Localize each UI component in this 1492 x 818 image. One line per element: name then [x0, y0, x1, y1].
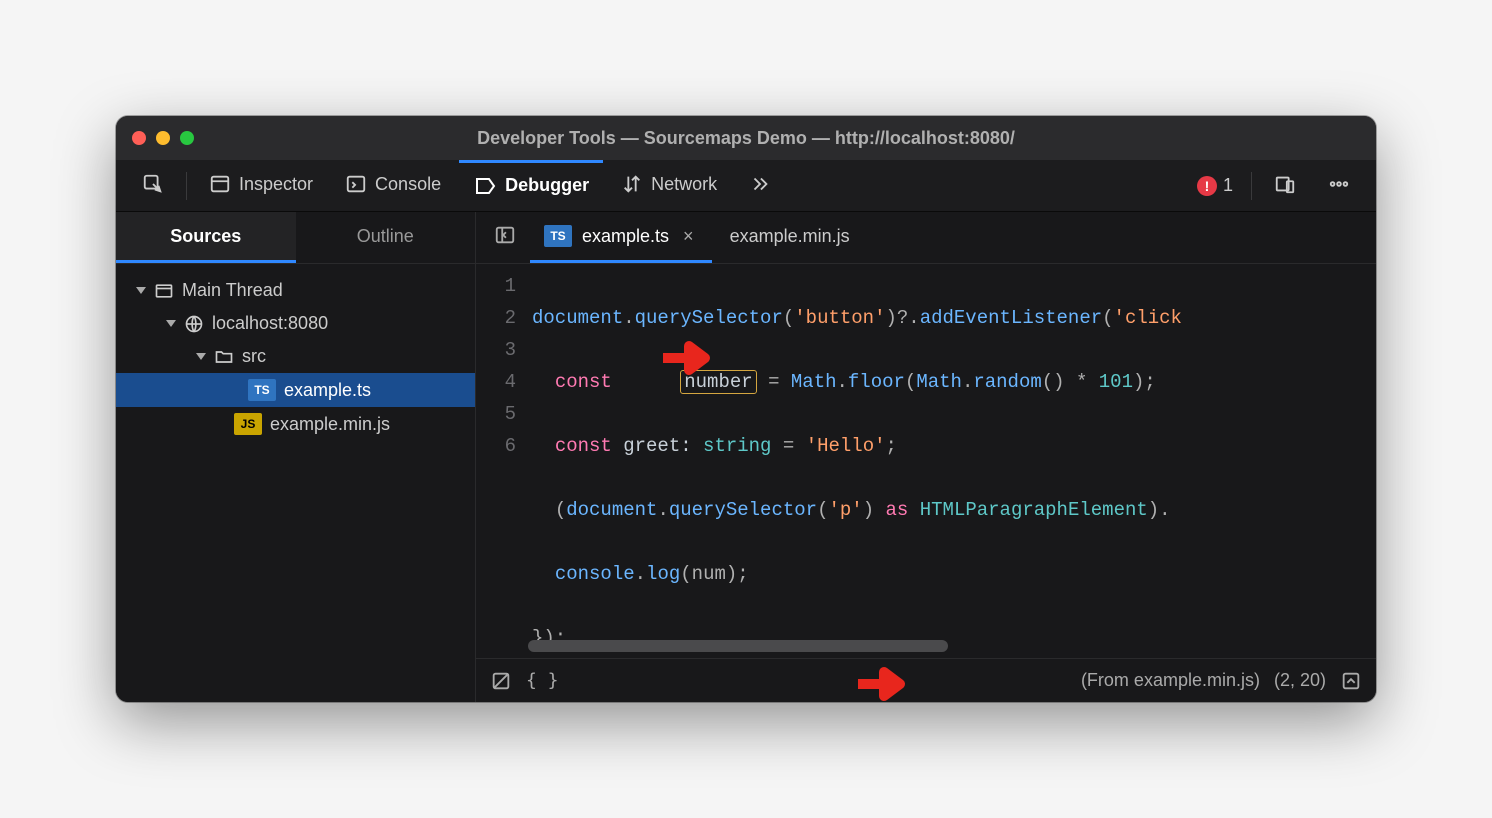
sources-label: Sources — [170, 226, 241, 247]
close-tab-button[interactable]: × — [679, 226, 698, 247]
main-thread-label: Main Thread — [182, 280, 283, 301]
folder-icon — [214, 347, 234, 367]
file-js-label: example.min.js — [270, 414, 390, 435]
tree-file-example-ts[interactable]: TS example.ts — [116, 373, 475, 407]
ts-badge-icon: TS — [248, 379, 276, 401]
type-highlight: number — [680, 370, 756, 394]
blackbox-icon[interactable] — [490, 670, 512, 692]
editor-pane: TS example.ts × example.min.js 1 2 3 4 5… — [476, 212, 1376, 702]
outline-label: Outline — [357, 226, 414, 247]
editor-footer: { } (From example.min.js) (2, 20) — [476, 658, 1376, 702]
globe-icon — [184, 314, 204, 334]
tab-label: example.min.js — [730, 226, 850, 247]
tab-inspector-label: Inspector — [239, 174, 313, 195]
chevron-double-right-icon — [749, 173, 771, 195]
pretty-print-button[interactable]: { } — [526, 670, 559, 691]
line-number: 2 — [476, 302, 516, 334]
console-icon — [345, 173, 367, 195]
tab-debugger-label: Debugger — [505, 175, 589, 196]
editor-tabs: TS example.ts × example.min.js — [476, 212, 1376, 264]
chevron-down-icon — [196, 353, 206, 360]
traffic-lights — [132, 131, 194, 145]
toggle-sidebar-button[interactable] — [484, 218, 526, 257]
titlebar: Developer Tools — Sourcemaps Demo — http… — [116, 116, 1376, 160]
code-content: document.querySelector('button')?.addEve… — [528, 264, 1376, 658]
devices-icon — [1274, 173, 1296, 195]
tab-network[interactable]: Network — [607, 160, 731, 211]
host-label: localhost:8080 — [212, 313, 328, 334]
folder-label: src — [242, 346, 266, 367]
chevron-down-icon — [136, 287, 146, 294]
line-number: 3 — [476, 334, 516, 366]
file-ts-label: example.ts — [284, 380, 371, 401]
window-title: Developer Tools — Sourcemaps Demo — http… — [477, 128, 1015, 149]
tab-label: example.ts — [582, 226, 669, 247]
tab-console-label: Console — [375, 174, 441, 195]
debugger-icon — [473, 174, 497, 198]
tree-main-thread[interactable]: Main Thread — [116, 274, 475, 307]
tab-inspector[interactable]: Inspector — [195, 160, 327, 211]
js-badge-icon: JS — [234, 413, 262, 435]
overflow-tabs-button[interactable] — [735, 160, 785, 211]
divider — [1251, 172, 1252, 200]
main-toolbar: Inspector Console Debugger Network — [116, 160, 1376, 212]
network-icon — [621, 173, 643, 195]
tab-console[interactable]: Console — [331, 160, 455, 211]
close-window-button[interactable] — [132, 131, 146, 145]
panel-left-icon — [494, 224, 516, 246]
error-icon: ! — [1197, 176, 1217, 196]
line-number: 5 — [476, 398, 516, 430]
tree-folder-src[interactable]: src — [116, 340, 475, 373]
pick-element-button[interactable] — [128, 160, 178, 211]
cursor-position: (2, 20) — [1274, 670, 1326, 691]
divider — [186, 172, 187, 200]
devtools-window: Developer Tools — Sourcemaps Demo — http… — [116, 116, 1376, 702]
minimize-window-button[interactable] — [156, 131, 170, 145]
error-count[interactable]: ! 1 — [1187, 175, 1243, 196]
source-tree: Main Thread localhost:8080 src — [116, 264, 475, 451]
line-gutter: 1 2 3 4 5 6 — [476, 264, 528, 658]
tab-network-label: Network — [651, 174, 717, 195]
sidebar-tab-sources[interactable]: Sources — [116, 212, 296, 263]
sourcemap-origin: (From example.min.js) — [1081, 670, 1260, 691]
line-number: 6 — [476, 430, 516, 462]
content: Sources Outline Main Thread — [116, 212, 1376, 702]
editor-tab-example-ts[interactable]: TS example.ts × — [530, 212, 712, 263]
line-number: 4 — [476, 366, 516, 398]
horizontal-scrollbar[interactable] — [528, 640, 948, 652]
line-number: 1 — [476, 270, 516, 302]
responsive-design-button[interactable] — [1260, 160, 1310, 211]
chevron-down-icon — [166, 320, 176, 327]
kebab-icon — [1328, 173, 1350, 195]
sourcemap-toggle-icon[interactable] — [1340, 670, 1362, 692]
more-menu-button[interactable] — [1314, 160, 1364, 211]
sidebar-tab-outline[interactable]: Outline — [296, 212, 476, 263]
tab-debugger[interactable]: Debugger — [459, 160, 603, 211]
code-editor[interactable]: 1 2 3 4 5 6 document.querySelector('butt… — [476, 264, 1376, 658]
ts-badge-icon: TS — [544, 225, 572, 247]
sidebar-tabs: Sources Outline — [116, 212, 475, 264]
editor-tab-example-min-js[interactable]: example.min.js — [716, 212, 864, 263]
tree-file-example-min-js[interactable]: JS example.min.js — [116, 407, 475, 441]
window-icon — [154, 281, 174, 301]
sources-sidebar: Sources Outline Main Thread — [116, 212, 476, 702]
tree-host[interactable]: localhost:8080 — [116, 307, 475, 340]
maximize-window-button[interactable] — [180, 131, 194, 145]
error-count-label: 1 — [1223, 175, 1233, 196]
inspector-icon — [209, 173, 231, 195]
pick-element-icon — [142, 173, 164, 195]
